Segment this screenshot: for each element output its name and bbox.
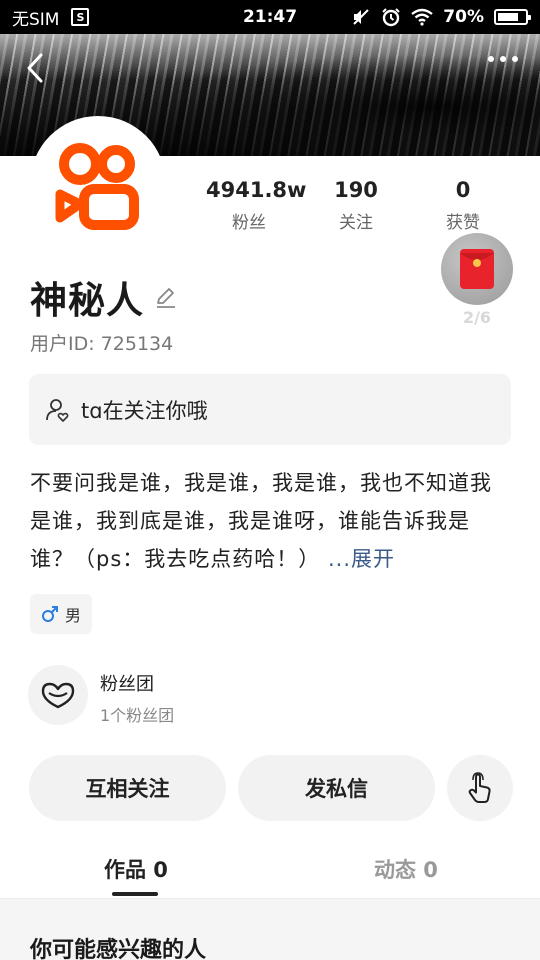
follow-notice: tɑ在关注你哦	[29, 374, 511, 445]
battery-icon	[494, 9, 531, 25]
stat-likes-label: 获赞	[446, 213, 480, 233]
stat-following-label: 关注	[339, 213, 373, 233]
stat-fans-value: 4941.8w	[206, 178, 307, 202]
more-button[interactable]	[488, 56, 518, 62]
poke-button[interactable]	[447, 755, 513, 821]
chevron-left-icon	[27, 53, 43, 83]
stat-likes[interactable]: 0 获赞	[440, 178, 486, 233]
status-bar: 无SIM S 21:47 70%	[0, 0, 540, 34]
wifi-icon	[411, 8, 434, 26]
tab-moments[interactable]: 动态 0	[374, 854, 438, 884]
sim-icon: S	[71, 8, 90, 26]
battery-label: 70%	[443, 7, 484, 27]
hand-tap-icon	[468, 772, 491, 803]
user-id: 用户ID: 725134	[30, 333, 174, 355]
fan-club-icon-button[interactable]	[28, 665, 88, 725]
heart-ring-icon	[41, 682, 75, 709]
message-button[interactable]: 发私信	[238, 755, 435, 821]
red-packet-button[interactable]	[441, 233, 513, 305]
avatar[interactable]	[30, 116, 166, 252]
user-heart-icon	[46, 398, 69, 422]
fan-club-title[interactable]: 粉丝团	[100, 670, 154, 696]
follow-back-button[interactable]: 互相关注	[29, 755, 226, 821]
follow-notice-text: tɑ在关注你哦	[81, 398, 208, 423]
tab-works-indicator	[112, 892, 158, 896]
stat-fans[interactable]: 4941.8w 粉丝	[206, 178, 307, 233]
recommend-title: 你可能感兴趣的人	[30, 938, 207, 960]
more-dots-icon	[488, 56, 494, 62]
profile-name: 神秘人	[30, 279, 144, 322]
red-packet-icon	[460, 249, 494, 289]
stat-following[interactable]: 190 关注	[327, 178, 385, 233]
stat-following-value: 190	[334, 178, 378, 202]
stat-fans-label: 粉丝	[232, 213, 266, 233]
edit-pencil-icon[interactable]	[154, 285, 178, 309]
back-button[interactable]	[20, 50, 50, 86]
stat-likes-value: 0	[455, 178, 471, 202]
bio-expand-link[interactable]: ...展开	[328, 547, 395, 571]
name-row: 神秘人	[30, 270, 178, 324]
alarm-icon	[382, 8, 401, 27]
mute-icon	[353, 9, 370, 25]
kuaishou-logo-icon	[55, 143, 139, 230]
profile-page: 无SIM S 21:47 70% 4941.8w 粉丝 190 关注 0 获赞 …	[0, 0, 540, 960]
tab-works[interactable]: 作品 0	[104, 854, 168, 884]
bio-text: 不要问我是谁，我是谁，我是谁，我也不知道我是谁，我到底是谁，我是谁呀，谁能告诉我…	[30, 471, 492, 571]
fan-club-subtitle: 1个粉丝团	[100, 706, 175, 725]
gender-tag: 男	[30, 594, 92, 634]
carrier-label: 无SIM	[12, 9, 60, 30]
male-icon	[41, 606, 58, 622]
bio: 不要问我是谁，我是谁，我是谁，我也不知道我是谁，我到底是谁，我是谁呀，谁能告诉我…	[30, 464, 510, 578]
red-packet-count: 2/6	[462, 308, 492, 327]
gender-label: 男	[64, 606, 81, 625]
